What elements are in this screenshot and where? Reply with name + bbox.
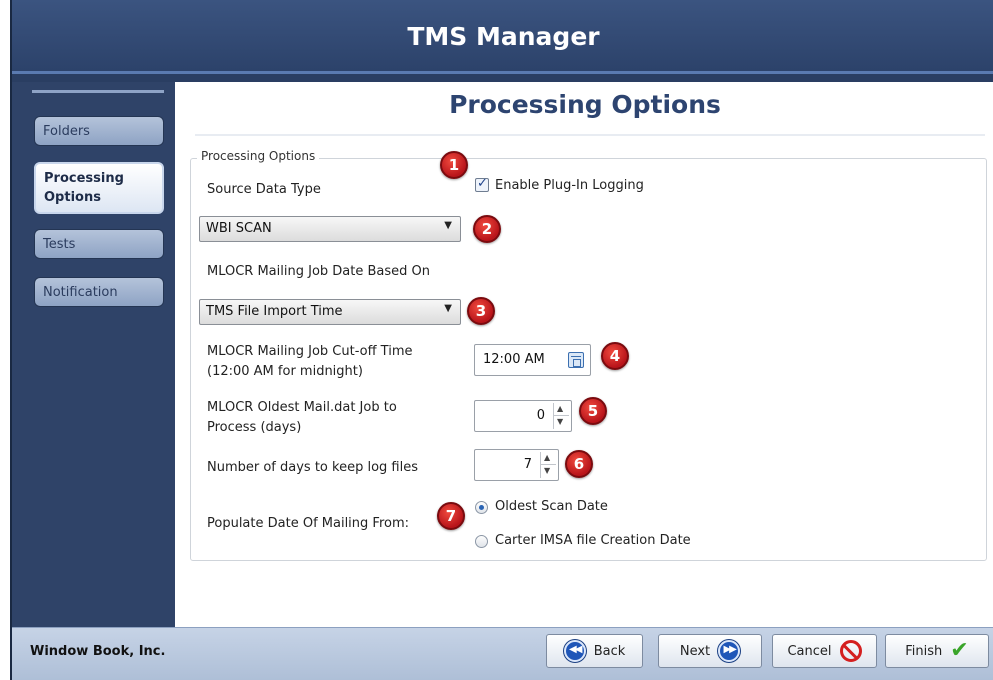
source-data-type-select[interactable]: WBI SCAN ▼ <box>199 216 461 242</box>
enable-logging-checkbox[interactable]: ✓ <box>475 176 489 192</box>
select-value: TMS File Import Time <box>206 304 343 319</box>
cutoff-label-line2: (12:00 AM for midnight) <box>207 364 363 379</box>
callout-badge-1: 1 <box>440 151 468 179</box>
oldest-job-stepper[interactable]: 0 ▲ ▼ <box>474 400 572 432</box>
checkmark-icon: ✔ <box>950 638 969 663</box>
main-panel: Processing Options Processing Options So… <box>175 82 993 627</box>
radio-label: Carter IMSA file Creation Date <box>495 533 691 548</box>
title-bar: TMS Manager <box>12 0 993 74</box>
source-data-type-label: Source Data Type <box>207 182 321 197</box>
spin-up-icon[interactable]: ▲ <box>557 404 563 413</box>
log-days-value: 7 <box>523 457 532 472</box>
callout-badge-5: 5 <box>579 397 607 425</box>
app-window: TMS Manager Folders Processing Options T… <box>10 0 993 680</box>
oldest-job-label-line2: Process (days) <box>207 420 302 435</box>
chevron-down-icon: ▼ <box>444 303 452 314</box>
log-days-stepper[interactable]: 7 ▲ ▼ <box>474 449 559 481</box>
group-legend: Processing Options <box>197 149 320 163</box>
back-arrow-icon: ◀◀ <box>563 640 586 662</box>
spin-up-icon[interactable]: ▲ <box>544 453 550 462</box>
job-date-select[interactable]: TMS File Import Time ▼ <box>199 299 461 325</box>
page-title: Processing Options <box>449 90 721 119</box>
sidebar-item-label: Tests <box>43 236 76 252</box>
radio-label: Oldest Scan Date <box>495 499 608 514</box>
finish-button-label: Finish <box>905 643 943 659</box>
title-bar-shadow <box>12 74 993 82</box>
sidebar-item-folders[interactable]: Folders <box>34 116 164 146</box>
callout-badge-2: 2 <box>473 215 501 243</box>
back-button[interactable]: ◀◀ Back <box>546 634 643 668</box>
oldest-job-value: 0 <box>536 408 545 423</box>
callout-badge-6: 6 <box>565 450 593 478</box>
spin-buttons[interactable]: ▲ ▼ <box>553 403 569 429</box>
company-name: Window Book, Inc. <box>30 644 166 659</box>
finish-button[interactable]: Finish ✔ <box>885 634 989 668</box>
checkmark-icon: ✓ <box>477 176 488 191</box>
sidebar-item-processing-options[interactable]: Processing Options <box>34 162 164 214</box>
cancel-button[interactable]: Cancel <box>772 634 877 668</box>
enable-logging-label: Enable Plug-In Logging <box>495 178 644 193</box>
sidebar-item-label: Notification <box>43 284 118 300</box>
spin-divider <box>541 464 556 465</box>
title-divider <box>195 134 985 136</box>
cancel-button-label: Cancel <box>787 643 832 659</box>
sidebar: Folders Processing Options Tests Notific… <box>12 82 175 627</box>
callout-badge-7: 7 <box>437 502 465 530</box>
sidebar-item-notification[interactable]: Notification <box>34 277 164 307</box>
cutoff-time-value: 12:00 AM <box>483 352 545 367</box>
spin-down-icon[interactable]: ▼ <box>557 417 563 426</box>
next-button[interactable]: Next ▶▶ <box>658 634 762 668</box>
calendar-icon[interactable] <box>568 352 584 368</box>
next-button-label: Next <box>679 643 711 659</box>
callout-badge-3: 3 <box>467 297 495 325</box>
next-arrow-icon: ▶▶ <box>718 640 741 662</box>
cutoff-time-input[interactable]: 12:00 AM <box>474 344 591 376</box>
cutoff-label-line1: MLOCR Mailing Job Cut-off Time <box>207 344 413 359</box>
chevron-down-icon: ▼ <box>444 220 452 231</box>
radio-oldest-scan-date[interactable] <box>475 501 488 514</box>
back-button-label: Back <box>593 643 626 659</box>
sidebar-separator <box>32 90 164 93</box>
job-date-label: MLOCR Mailing Job Date Based On <box>207 264 430 279</box>
log-days-label: Number of days to keep log files <box>207 460 418 475</box>
select-value: WBI SCAN <box>206 221 272 236</box>
populate-date-label: Populate Date Of Mailing From: <box>207 516 410 531</box>
oldest-job-label-line1: MLOCR Oldest Mail.dat Job to <box>207 400 397 415</box>
app-title: TMS Manager <box>407 22 600 51</box>
spin-buttons[interactable]: ▲ ▼ <box>540 452 556 478</box>
spin-down-icon[interactable]: ▼ <box>544 466 550 475</box>
radio-carter-imsa-date[interactable] <box>475 535 488 548</box>
callout-badge-4: 4 <box>601 342 629 370</box>
sidebar-item-tests[interactable]: Tests <box>34 229 164 259</box>
sidebar-item-label: Processing Options <box>44 171 124 205</box>
spin-divider <box>554 415 569 416</box>
sidebar-item-label: Folders <box>43 123 90 139</box>
cancel-icon <box>839 640 862 662</box>
footer-bar: Window Book, Inc. ◀◀ Back Next ▶▶ Cancel… <box>12 627 993 680</box>
